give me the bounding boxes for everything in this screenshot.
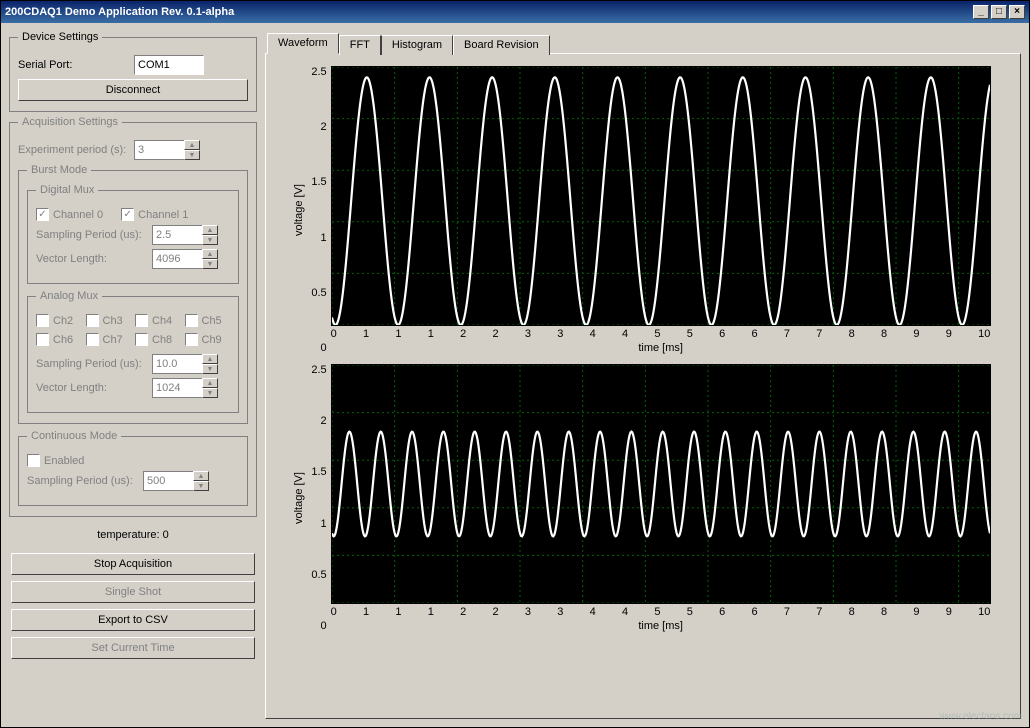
- tab-panel-waveform: voltage [V] 2.521.510.50 011122334455667…: [265, 53, 1021, 719]
- chart-top-plot[interactable]: [331, 66, 991, 326]
- window-title: 200CDAQ1 Demo Application Rev. 0.1-alpha: [5, 6, 234, 18]
- burst-mode-legend: Burst Mode: [27, 164, 91, 176]
- ch9-label: Ch9: [202, 334, 222, 346]
- burst-mode-group: Burst Mode Digital Mux ✓Channel 0 ✓Chann…: [18, 164, 248, 424]
- ch7-label: Ch7: [103, 334, 123, 346]
- chart-bottom-xaxis: 0111223344556677889910: [331, 604, 991, 618]
- chart-bottom-ylabel: voltage [V]: [291, 364, 307, 632]
- acquisition-settings-legend: Acquisition Settings: [18, 116, 122, 128]
- analog-channel-grid: Ch2 Ch3 Ch4 Ch5 Ch6 Ch7 Ch8 Ch9: [36, 314, 230, 346]
- ch9-checkbox[interactable]: Ch9: [185, 333, 231, 346]
- spin-up-icon[interactable]: ▲: [184, 140, 200, 150]
- ch5-checkbox[interactable]: Ch5: [185, 314, 231, 327]
- analog-veclen-input[interactable]: [152, 378, 202, 398]
- ch6-label: Ch6: [53, 334, 73, 346]
- channel0-label: Channel 0: [53, 209, 103, 221]
- temperature-label: temperature: 0: [9, 529, 257, 541]
- digital-mux-group: Digital Mux ✓Channel 0 ✓Channel 1 Sampli…: [27, 184, 239, 284]
- ch7-checkbox[interactable]: Ch7: [86, 333, 132, 346]
- spin-up-icon[interactable]: ▲: [193, 471, 209, 481]
- experiment-period-label: Experiment period (s):: [18, 144, 128, 156]
- chart-top-ylabel: voltage [V]: [291, 66, 307, 354]
- chart-top-yaxis: 2.521.510.50: [307, 66, 330, 354]
- chart-bottom-plot[interactable]: [331, 364, 991, 604]
- ch5-label: Ch5: [202, 315, 222, 327]
- continuous-sampling-input[interactable]: [143, 471, 193, 491]
- continuous-mode-legend: Continuous Mode: [27, 430, 121, 442]
- spin-down-icon[interactable]: ▼: [193, 481, 209, 491]
- experiment-period-spin[interactable]: ▲▼: [134, 140, 200, 160]
- spin-up-icon[interactable]: ▲: [202, 225, 218, 235]
- disconnect-button[interactable]: Disconnect: [18, 79, 248, 101]
- acquisition-settings-group: Acquisition Settings Experiment period (…: [9, 116, 257, 517]
- analog-sampling-spin[interactable]: ▲▼: [152, 354, 218, 374]
- device-settings-group: Device Settings Serial Port: Disconnect: [9, 31, 257, 112]
- single-shot-button[interactable]: Single Shot: [11, 581, 255, 603]
- spin-down-icon[interactable]: ▼: [184, 150, 200, 160]
- digital-mux-legend: Digital Mux: [36, 184, 98, 196]
- spin-down-icon[interactable]: ▼: [202, 235, 218, 245]
- digital-sampling-label: Sampling Period (us):: [36, 229, 146, 241]
- chart-bottom-xlabel: time [ms]: [331, 620, 991, 632]
- chart-bottom: voltage [V] 2.521.510.50 011122334455667…: [272, 364, 1010, 632]
- ch2-checkbox[interactable]: Ch2: [36, 314, 82, 327]
- maximize-icon[interactable]: □: [991, 5, 1007, 19]
- device-settings-legend: Device Settings: [18, 31, 102, 43]
- analog-mux-group: Analog Mux Ch2 Ch3 Ch4 Ch5 Ch6 Ch7 Ch8 C…: [27, 290, 239, 413]
- digital-veclen-spin[interactable]: ▲▼: [152, 249, 218, 269]
- tab-histogram[interactable]: Histogram: [381, 35, 453, 55]
- continuous-sampling-label: Sampling Period (us):: [27, 475, 137, 487]
- spin-up-icon[interactable]: ▲: [202, 354, 218, 364]
- export-csv-button[interactable]: Export to CSV: [11, 609, 255, 631]
- tab-board-revision[interactable]: Board Revision: [453, 35, 550, 55]
- serial-port-label: Serial Port:: [18, 59, 128, 71]
- ch2-label: Ch2: [53, 315, 73, 327]
- channel1-checkbox[interactable]: ✓Channel 1: [121, 208, 188, 221]
- minimize-icon[interactable]: _: [973, 5, 989, 19]
- stop-acquisition-button[interactable]: Stop Acquisition: [11, 553, 255, 575]
- continuous-enabled-checkbox[interactable]: Enabled: [27, 454, 84, 467]
- ch6-checkbox[interactable]: Ch6: [36, 333, 82, 346]
- spin-up-icon[interactable]: ▲: [202, 249, 218, 259]
- client-area: Device Settings Serial Port: Disconnect …: [1, 23, 1029, 727]
- tabstrip: Waveform FFT Histogram Board Revision: [267, 31, 1021, 53]
- chart-top: voltage [V] 2.521.510.50 011122334455667…: [272, 66, 1010, 354]
- ch4-label: Ch4: [152, 315, 172, 327]
- watermark: www.elecfans.com: [939, 711, 1022, 722]
- digital-veclen-label: Vector Length:: [36, 253, 146, 265]
- titlebar[interactable]: 200CDAQ1 Demo Application Rev. 0.1-alpha…: [1, 1, 1029, 23]
- analog-veclen-spin[interactable]: ▲▼: [152, 378, 218, 398]
- spin-down-icon[interactable]: ▼: [202, 259, 218, 269]
- continuous-sampling-spin[interactable]: ▲▼: [143, 471, 209, 491]
- chart-top-xlabel: time [ms]: [331, 342, 991, 354]
- app-window: 200CDAQ1 Demo Application Rev. 0.1-alpha…: [0, 0, 1030, 728]
- set-current-time-button[interactable]: Set Current Time: [11, 637, 255, 659]
- analog-sampling-label: Sampling Period (us):: [36, 358, 146, 370]
- tab-fft[interactable]: FFT: [339, 35, 381, 55]
- serial-port-input[interactable]: [134, 55, 204, 75]
- analog-sampling-input[interactable]: [152, 354, 202, 374]
- ch3-checkbox[interactable]: Ch3: [86, 314, 132, 327]
- spin-up-icon[interactable]: ▲: [202, 378, 218, 388]
- chart-bottom-yaxis: 2.521.510.50: [307, 364, 330, 632]
- digital-sampling-input[interactable]: [152, 225, 202, 245]
- analog-veclen-label: Vector Length:: [36, 382, 146, 394]
- ch8-label: Ch8: [152, 334, 172, 346]
- experiment-period-input[interactable]: [134, 140, 184, 160]
- close-icon[interactable]: ×: [1009, 5, 1025, 19]
- ch4-checkbox[interactable]: Ch4: [135, 314, 181, 327]
- continuous-enabled-label: Enabled: [44, 455, 84, 467]
- spin-down-icon[interactable]: ▼: [202, 388, 218, 398]
- ch8-checkbox[interactable]: Ch8: [135, 333, 181, 346]
- ch3-label: Ch3: [103, 315, 123, 327]
- analog-mux-legend: Analog Mux: [36, 290, 102, 302]
- spin-down-icon[interactable]: ▼: [202, 364, 218, 374]
- continuous-mode-group: Continuous Mode Enabled Sampling Period …: [18, 430, 248, 506]
- chart-top-xaxis: 0111223344556677889910: [331, 326, 991, 340]
- channel1-label: Channel 1: [138, 209, 188, 221]
- channel0-checkbox[interactable]: ✓Channel 0: [36, 208, 103, 221]
- digital-veclen-input[interactable]: [152, 249, 202, 269]
- digital-sampling-spin[interactable]: ▲▼: [152, 225, 218, 245]
- tab-waveform[interactable]: Waveform: [267, 33, 339, 54]
